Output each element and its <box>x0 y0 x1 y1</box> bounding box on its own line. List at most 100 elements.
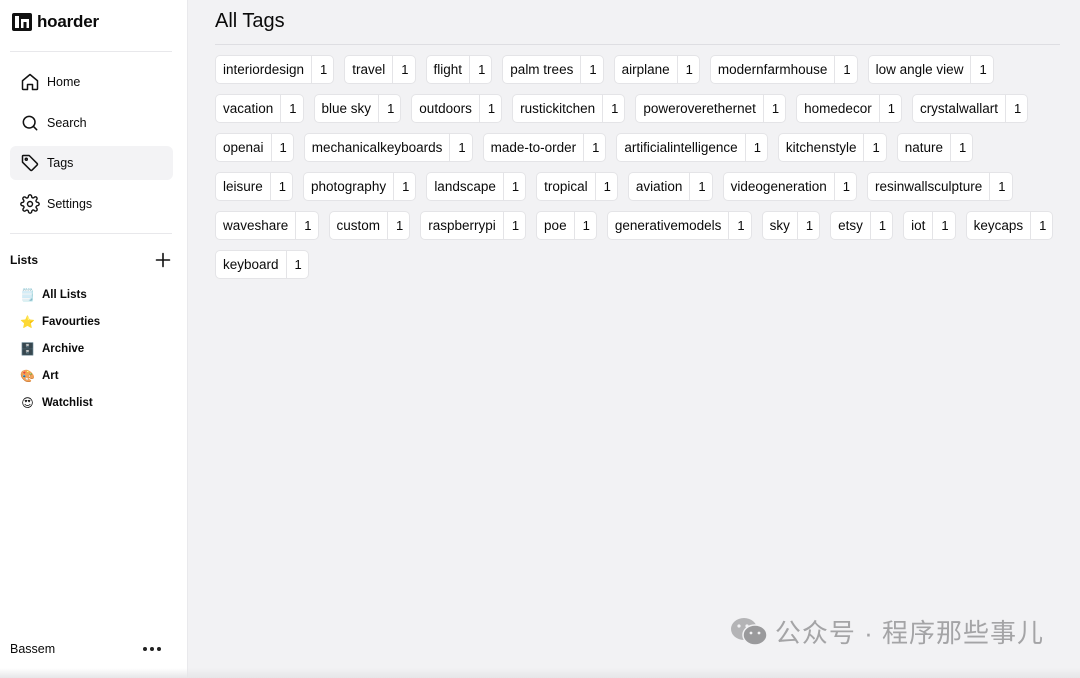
tag-chip[interactable]: iot 1 <box>903 211 956 240</box>
tag-name: kitchenstyle <box>785 140 857 155</box>
tag-chip[interactable]: low angle view 1 <box>867 55 994 84</box>
tag-count: 1 <box>295 212 317 239</box>
tag-name: artificialintelligence <box>624 140 738 155</box>
tag-count: 1 <box>311 56 333 83</box>
tag-chip[interactable]: airplane 1 <box>613 55 700 84</box>
tag-chip[interactable]: palm trees 1 <box>502 55 604 84</box>
tag-chip[interactable]: raspberrypi 1 <box>420 211 527 240</box>
tag-chip[interactable]: keyboard 1 <box>215 250 309 279</box>
sidebar-divider <box>10 232 172 234</box>
nav-item-home[interactable]: Home <box>10 65 173 99</box>
tag-name: interiordesign <box>223 62 305 77</box>
tag-chip[interactable]: poweroverethernet 1 <box>635 94 787 123</box>
tag-chip[interactable]: waveshare 1 <box>215 211 319 240</box>
app-root: hoarder Home Search Tags Settings Lists … <box>0 0 1080 678</box>
tag-chip[interactable]: outdoors 1 <box>411 94 503 123</box>
plus-icon <box>155 252 171 267</box>
list-item-archive[interactable]: 🗄️ Archive <box>10 336 173 363</box>
tag-count: 1 <box>878 95 901 122</box>
nav-item-tags[interactable]: Tags <box>10 146 173 180</box>
tag-chip[interactable]: resinwallsculpture 1 <box>866 172 1013 201</box>
tag-chip[interactable]: landscape 1 <box>426 172 527 201</box>
tag-count: 1 <box>478 95 501 122</box>
tag-chip[interactable]: leisure 1 <box>215 172 294 201</box>
tag-count: 1 <box>1030 212 1052 239</box>
tag-chip[interactable]: tropical 1 <box>536 172 618 201</box>
tag-count: 1 <box>744 134 767 161</box>
title-divider <box>215 44 1060 45</box>
tag-chip[interactable]: videogeneration 1 <box>722 172 857 201</box>
nav-item-search[interactable]: Search <box>10 106 173 140</box>
tag-name: blue sky <box>321 101 372 116</box>
tag-chip[interactable]: etsy 1 <box>830 211 894 240</box>
tag-name: videogeneration <box>730 179 827 194</box>
user-name: Bassem <box>10 642 56 656</box>
tag-name: photography <box>311 179 387 194</box>
main-content: All Tags interiordesign 1 travel 1 flight 1 pa… <box>188 0 1080 678</box>
tag-count: 1 <box>573 212 596 239</box>
tag-chip[interactable]: sky 1 <box>761 211 821 240</box>
add-list-button[interactable] <box>154 251 172 269</box>
file-cabinet-icon: 🗄️ <box>20 342 35 356</box>
heart-eyes-icon: 😍 <box>21 396 34 410</box>
tag-count: 1 <box>378 95 400 122</box>
tag-chip[interactable]: rustickitchen 1 <box>512 94 626 123</box>
home-icon <box>21 73 39 91</box>
tag-chip[interactable]: homedecor 1 <box>796 94 902 123</box>
tag-count: 1 <box>676 56 699 83</box>
list-item-all-lists[interactable]: 🗒️ All Lists <box>10 282 173 309</box>
tag-chip[interactable]: interiordesign 1 <box>215 55 335 84</box>
list-item-watchlist[interactable]: 😍 Watchlist <box>10 390 173 417</box>
list-item-label: Art <box>42 370 59 382</box>
tag-chip[interactable]: kitchenstyle 1 <box>777 133 887 162</box>
brand-name: hoarder <box>37 12 99 31</box>
tag-chip[interactable]: travel 1 <box>344 55 416 84</box>
tag-chip[interactable]: blue sky 1 <box>313 94 402 123</box>
tag-count: 1 <box>280 95 302 122</box>
nav-item-settings[interactable]: Settings <box>10 187 173 221</box>
watermark-text: 公众号 · 程序那些事儿 <box>774 618 1044 648</box>
tag-chip[interactable]: aviation 1 <box>627 172 713 201</box>
tag-count: 1 <box>392 56 414 83</box>
tag-name: made-to-order <box>490 140 577 155</box>
tag-chip[interactable]: photography 1 <box>303 172 417 201</box>
tag-chip[interactable]: crystalwallart 1 <box>911 94 1029 123</box>
tag-name: tropical <box>544 179 588 194</box>
tag-chip[interactable]: keycaps 1 <box>965 211 1054 240</box>
tag-name: etsy <box>838 218 863 233</box>
brand[interactable]: hoarder <box>10 2 173 42</box>
tag-chip[interactable]: made-to-order 1 <box>482 133 607 162</box>
lists-title: Lists <box>10 252 39 267</box>
list-item-favourites[interactable]: ⭐ Favourties <box>10 309 173 336</box>
tag-name: keycaps <box>973 218 1024 233</box>
wechat-icon <box>730 617 768 646</box>
tag-count: 1 <box>387 212 409 239</box>
sidebar-nav: Home Search Tags Settings <box>10 65 173 221</box>
sidebar-divider <box>10 51 172 52</box>
tag-chip[interactable]: poe 1 <box>536 211 597 240</box>
list-item-art[interactable]: 🎨 Art <box>10 363 173 390</box>
bottom-fade <box>0 668 1080 678</box>
tag-count: 1 <box>728 212 750 239</box>
tag-chip[interactable]: modernfarmhouse 1 <box>709 55 858 84</box>
star-icon: ⭐ <box>20 315 35 329</box>
notepad-icon: 🗒️ <box>20 288 35 302</box>
tag-count: 1 <box>269 173 292 200</box>
tag-name: palm trees <box>510 62 574 77</box>
more-options-icon[interactable] <box>143 643 161 655</box>
tag-chip[interactable]: vacation 1 <box>215 94 304 123</box>
tag-count: 1 <box>989 173 1011 200</box>
hoarder-logo-icon <box>12 13 32 31</box>
user-row: Bassem <box>10 640 161 658</box>
tag-chip[interactable]: flight 1 <box>425 55 493 84</box>
tag-chip[interactable]: mechanicalkeyboards 1 <box>303 133 473 162</box>
tag-name: airplane <box>621 62 670 77</box>
tag-name: vacation <box>223 101 274 116</box>
tag-chip[interactable]: custom 1 <box>328 211 411 240</box>
tag-chip[interactable]: generativemodels 1 <box>606 211 752 240</box>
tag-chip[interactable]: nature 1 <box>896 133 974 162</box>
tag-chip[interactable]: artificialintelligence 1 <box>616 133 768 162</box>
tag-icon <box>21 154 39 172</box>
tag-chip[interactable]: openai 1 <box>215 133 294 162</box>
tag-name: generativemodels <box>614 218 722 233</box>
